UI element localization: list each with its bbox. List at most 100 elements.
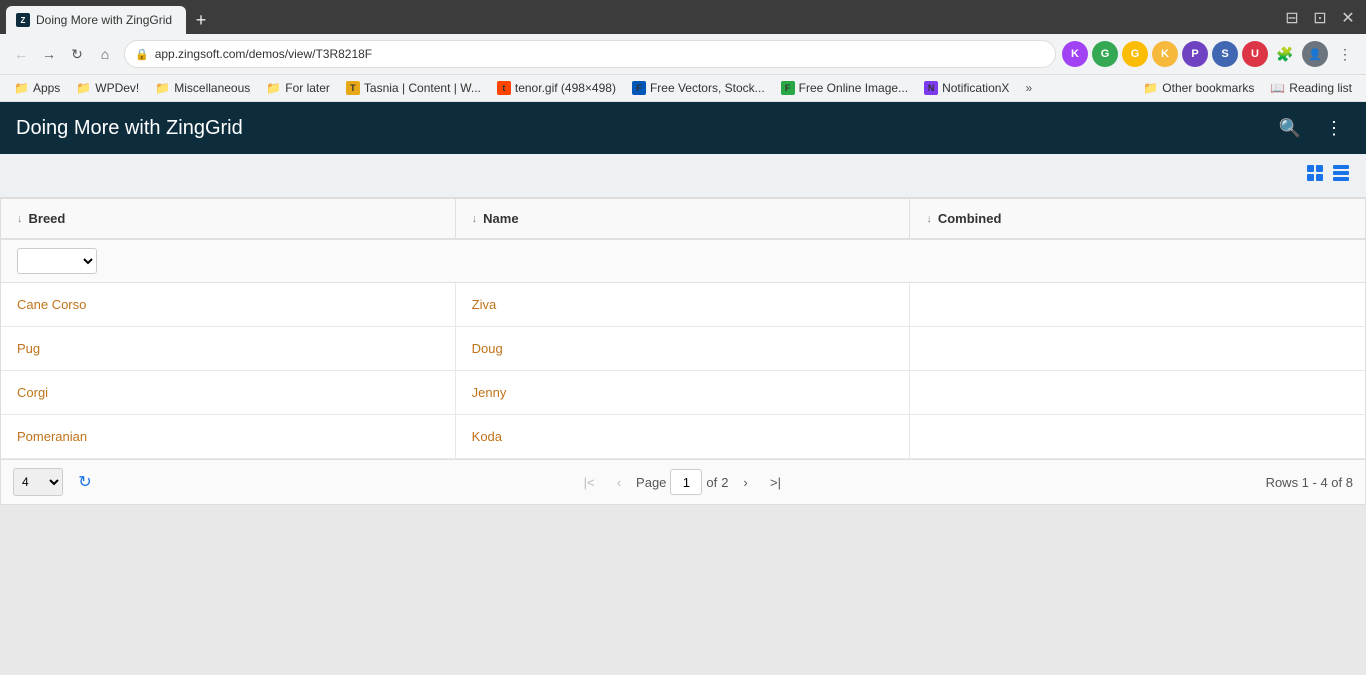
first-page-button[interactable]: |<: [576, 469, 602, 495]
bookmark-freeimage-label: Free Online Image...: [799, 81, 908, 95]
cell-combined-3: [910, 371, 1365, 414]
user-avatar[interactable]: 👤: [1302, 41, 1328, 67]
profile-icon-6[interactable]: S: [1212, 41, 1238, 67]
view-toggle-bar: [0, 154, 1366, 198]
profile-icon-2[interactable]: G: [1092, 41, 1118, 67]
cell-combined-1: [910, 283, 1365, 326]
browser-tabs-bar: Z Doing More with ZingGrid × + ⊟ ⊡ ✕: [0, 0, 1366, 34]
cell-breed-4: Pomeranian: [1, 415, 456, 458]
cell-name-1: Ziva: [456, 283, 911, 326]
bookmark-freevectors[interactable]: F Free Vectors, Stock...: [626, 78, 771, 98]
cell-name-2: Doug: [456, 327, 911, 370]
tab-close-zinggrid[interactable]: ×: [182, 12, 186, 28]
address-bar[interactable]: 🔒 app.zingsoft.com/demos/view/T3R8218F: [124, 40, 1056, 68]
list-view-button[interactable]: [1328, 162, 1354, 189]
bookmark-misc-label: Miscellaneous: [174, 81, 250, 95]
column-header-breed[interactable]: ↓ Breed: [1, 199, 456, 238]
bookmark-folder-icon: 📁: [14, 81, 29, 95]
list-view-icon: [1332, 164, 1350, 182]
grid-footer: 4 8 16 ↻ |< ‹ Page of 2 › >| Rows 1 - 4 …: [1, 459, 1365, 504]
tab-zinggrid[interactable]: Z Doing More with ZingGrid ×: [6, 6, 186, 34]
browser-actions: K G G K P S U 🧩 👤 ⋮: [1062, 41, 1358, 67]
prev-page-button[interactable]: ‹: [606, 469, 632, 495]
bookmark-other[interactable]: 📁 Other bookmarks: [1137, 78, 1260, 98]
profile-icon-4[interactable]: K: [1152, 41, 1178, 67]
reload-button[interactable]: ↻: [64, 41, 90, 67]
home-button[interactable]: ⌂: [92, 41, 118, 67]
filter-row: [1, 240, 1365, 283]
column-label-breed: Breed: [29, 211, 66, 226]
next-page-button[interactable]: ›: [733, 469, 759, 495]
bookmark-forlater[interactable]: 📁 For later: [260, 78, 336, 98]
bookmark-apps[interactable]: 📁 Apps: [8, 78, 66, 98]
sort-icon-name: ↓: [472, 213, 478, 225]
page-size-select[interactable]: 4 8 16: [13, 468, 63, 496]
bookmark-folder-icon-reading: 📖: [1270, 81, 1285, 95]
extensions-button[interactable]: 🧩: [1272, 41, 1298, 67]
minimize-button[interactable]: ⊟: [1280, 6, 1304, 30]
card-view-button[interactable]: [1302, 162, 1328, 189]
table-row: Corgi Jenny: [1, 371, 1365, 415]
bookmark-notifx[interactable]: N NotificationX: [918, 78, 1015, 98]
url-text: app.zingsoft.com/demos/view/T3R8218F: [155, 47, 372, 61]
refresh-button[interactable]: ↻: [71, 468, 99, 496]
bookmark-other-label: Other bookmarks: [1162, 81, 1254, 95]
table-row: Cane Corso Ziva: [1, 283, 1365, 327]
close-button[interactable]: ✕: [1336, 6, 1360, 30]
bookmark-tasnia[interactable]: T Tasnia | Content | W...: [340, 78, 487, 98]
cell-combined-4: [910, 415, 1365, 458]
column-label-name: Name: [483, 211, 518, 226]
sort-icon-combined: ↓: [926, 213, 932, 225]
profile-icon-7[interactable]: U: [1242, 41, 1268, 67]
cell-breed-3: Corgi: [1, 371, 456, 414]
forward-button[interactable]: →: [36, 41, 62, 67]
bookmark-folder-icon-4: 📁: [266, 81, 281, 95]
cell-name-3: Jenny: [456, 371, 911, 414]
table-row: Pug Doug: [1, 327, 1365, 371]
filter-cell-name: [458, 246, 907, 276]
maximize-button[interactable]: ⊡: [1308, 6, 1332, 30]
bookmark-freeimage[interactable]: F Free Online Image...: [775, 78, 914, 98]
chrome-menu-button[interactable]: ⋮: [1332, 41, 1358, 67]
bookmark-freevectors-label: Free Vectors, Stock...: [650, 81, 765, 95]
profile-icon-5[interactable]: P: [1182, 41, 1208, 67]
column-header-combined[interactable]: ↓ Combined: [910, 199, 1365, 238]
profile-icon-3[interactable]: G: [1122, 41, 1148, 67]
bookmark-misc[interactable]: 📁 Miscellaneous: [149, 78, 256, 98]
bookmark-tab-icon-freevectors: F: [632, 81, 646, 95]
cell-breed-1: Cane Corso: [1, 283, 456, 326]
total-pages: 2: [721, 475, 728, 490]
bookmarks-more-button[interactable]: »: [1019, 78, 1038, 98]
browser-toolbar: ← → ↻ ⌂ 🔒 app.zingsoft.com/demos/view/T3…: [0, 34, 1366, 75]
cell-combined-2: [910, 327, 1365, 370]
last-page-button[interactable]: >|: [763, 469, 789, 495]
pagination-controls: |< ‹ Page of 2 › >|: [107, 469, 1258, 495]
data-grid: ↓ Breed ↓ Name ↓ Combined Cane: [0, 198, 1366, 505]
bookmark-tab-icon-freeimage: F: [781, 81, 795, 95]
table-row: Pomeranian Koda: [1, 415, 1365, 459]
bookmark-tab-icon-tasnia: T: [346, 81, 360, 95]
grid-header-row: ↓ Breed ↓ Name ↓ Combined: [1, 199, 1365, 240]
bookmark-wpdev[interactable]: 📁 WPDev!: [70, 78, 145, 98]
rows-info: Rows 1 - 4 of 8: [1266, 475, 1353, 490]
bookmark-tasnia-label: Tasnia | Content | W...: [364, 81, 481, 95]
profile-icon-1[interactable]: K: [1062, 41, 1088, 67]
back-button[interactable]: ←: [8, 41, 34, 67]
more-options-button[interactable]: ⋮: [1318, 112, 1350, 144]
nav-buttons: ← → ↻ ⌂: [8, 41, 118, 67]
column-header-name[interactable]: ↓ Name: [456, 199, 911, 238]
bookmark-folder-icon-2: 📁: [76, 81, 91, 95]
new-tab-button[interactable]: +: [187, 6, 215, 34]
page-number-input[interactable]: [670, 469, 702, 495]
bookmark-forlater-label: For later: [285, 81, 330, 95]
bookmark-folder-icon-3: 📁: [155, 81, 170, 95]
bookmark-wpdev-label: WPDev!: [95, 81, 139, 95]
filter-select-breed[interactable]: [17, 248, 97, 274]
bookmark-tab-icon-tenor: t: [497, 81, 511, 95]
search-icon-button[interactable]: 🔍: [1274, 112, 1306, 144]
bookmark-tenor[interactable]: t tenor.gif (498×498): [491, 78, 622, 98]
tab-label-zinggrid: Doing More with ZingGrid: [36, 13, 172, 27]
bookmark-reading-list[interactable]: 📖 Reading list: [1264, 78, 1358, 98]
cell-name-4: Koda: [456, 415, 911, 458]
filter-cell-breed: [9, 246, 458, 276]
